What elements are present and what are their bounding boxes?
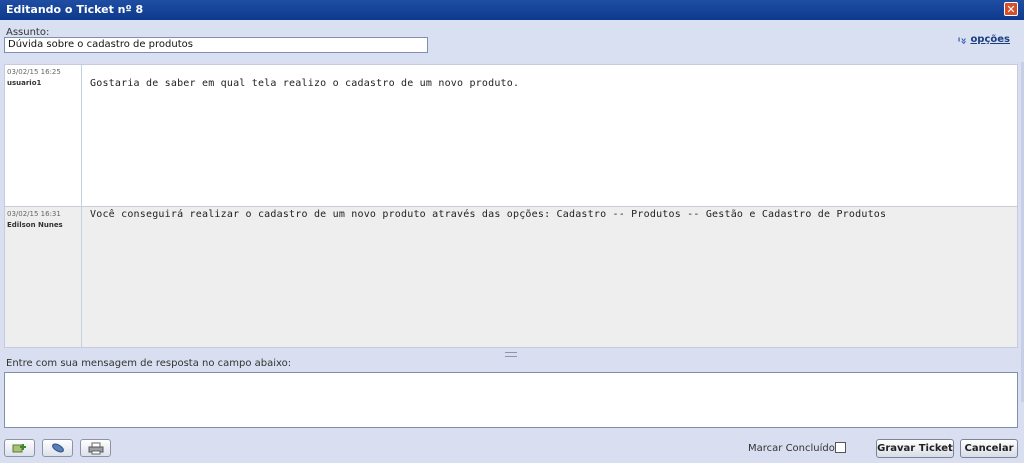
- message-author: Edilson Nunes: [7, 221, 63, 229]
- resize-handle[interactable]: [505, 352, 517, 357]
- add-attachment-icon: [12, 444, 26, 453]
- message-item: 03/02/15 16:31 Edilson Nunes Você conseg…: [5, 207, 1017, 347]
- message-date: 03/02/15 16:25: [7, 68, 61, 76]
- message-item: 03/02/15 16:25 usuario1 Gostaria de sabe…: [5, 65, 1017, 207]
- message-meta: 03/02/15 16:31 Edilson Nunes: [5, 207, 82, 347]
- mark-done-checkbox[interactable]: [835, 442, 846, 453]
- attach-button[interactable]: [42, 439, 73, 457]
- message-thread[interactable]: 03/02/15 16:25 usuario1 Gostaria de sabe…: [4, 64, 1018, 348]
- options-link[interactable]: » opções: [958, 33, 1010, 46]
- double-chevron-down-icon: »: [957, 37, 971, 42]
- message-text: Gostaria de saber em qual tela realizo o…: [90, 78, 520, 89]
- message-date: 03/02/15 16:31: [7, 210, 61, 218]
- subject-input[interactable]: Dúvida sobre o cadastro de produtos: [4, 37, 428, 53]
- printer-icon: [88, 442, 103, 454]
- window-titlebar: Editando o Ticket nº 8 ✕: [0, 0, 1024, 20]
- reply-textarea[interactable]: [4, 372, 1018, 428]
- reply-label: Entre com sua mensagem de resposta no ca…: [6, 358, 292, 369]
- print-button[interactable]: [80, 439, 111, 457]
- save-ticket-button[interactable]: Gravar Ticket: [876, 439, 954, 458]
- cancel-button[interactable]: Cancelar: [960, 439, 1018, 458]
- add-attachment-button[interactable]: [4, 439, 35, 457]
- footer-toolbar: Marcar Concluído: Gravar Ticket Cancelar: [0, 435, 1024, 463]
- message-author: usuario1: [7, 79, 42, 87]
- subject-bar: Assunto: Dúvida sobre o cadastro de prod…: [0, 20, 1024, 62]
- paperclip-icon: [51, 443, 64, 453]
- message-meta: 03/02/15 16:25 usuario1: [5, 65, 82, 206]
- window-title: Editando o Ticket nº 8: [6, 3, 144, 16]
- message-text: Você conseguirá realizar o cadastro de u…: [90, 209, 887, 220]
- mark-done-label: Marcar Concluído:: [748, 443, 839, 454]
- close-icon[interactable]: ✕: [1004, 2, 1018, 16]
- options-label: opções: [970, 34, 1010, 45]
